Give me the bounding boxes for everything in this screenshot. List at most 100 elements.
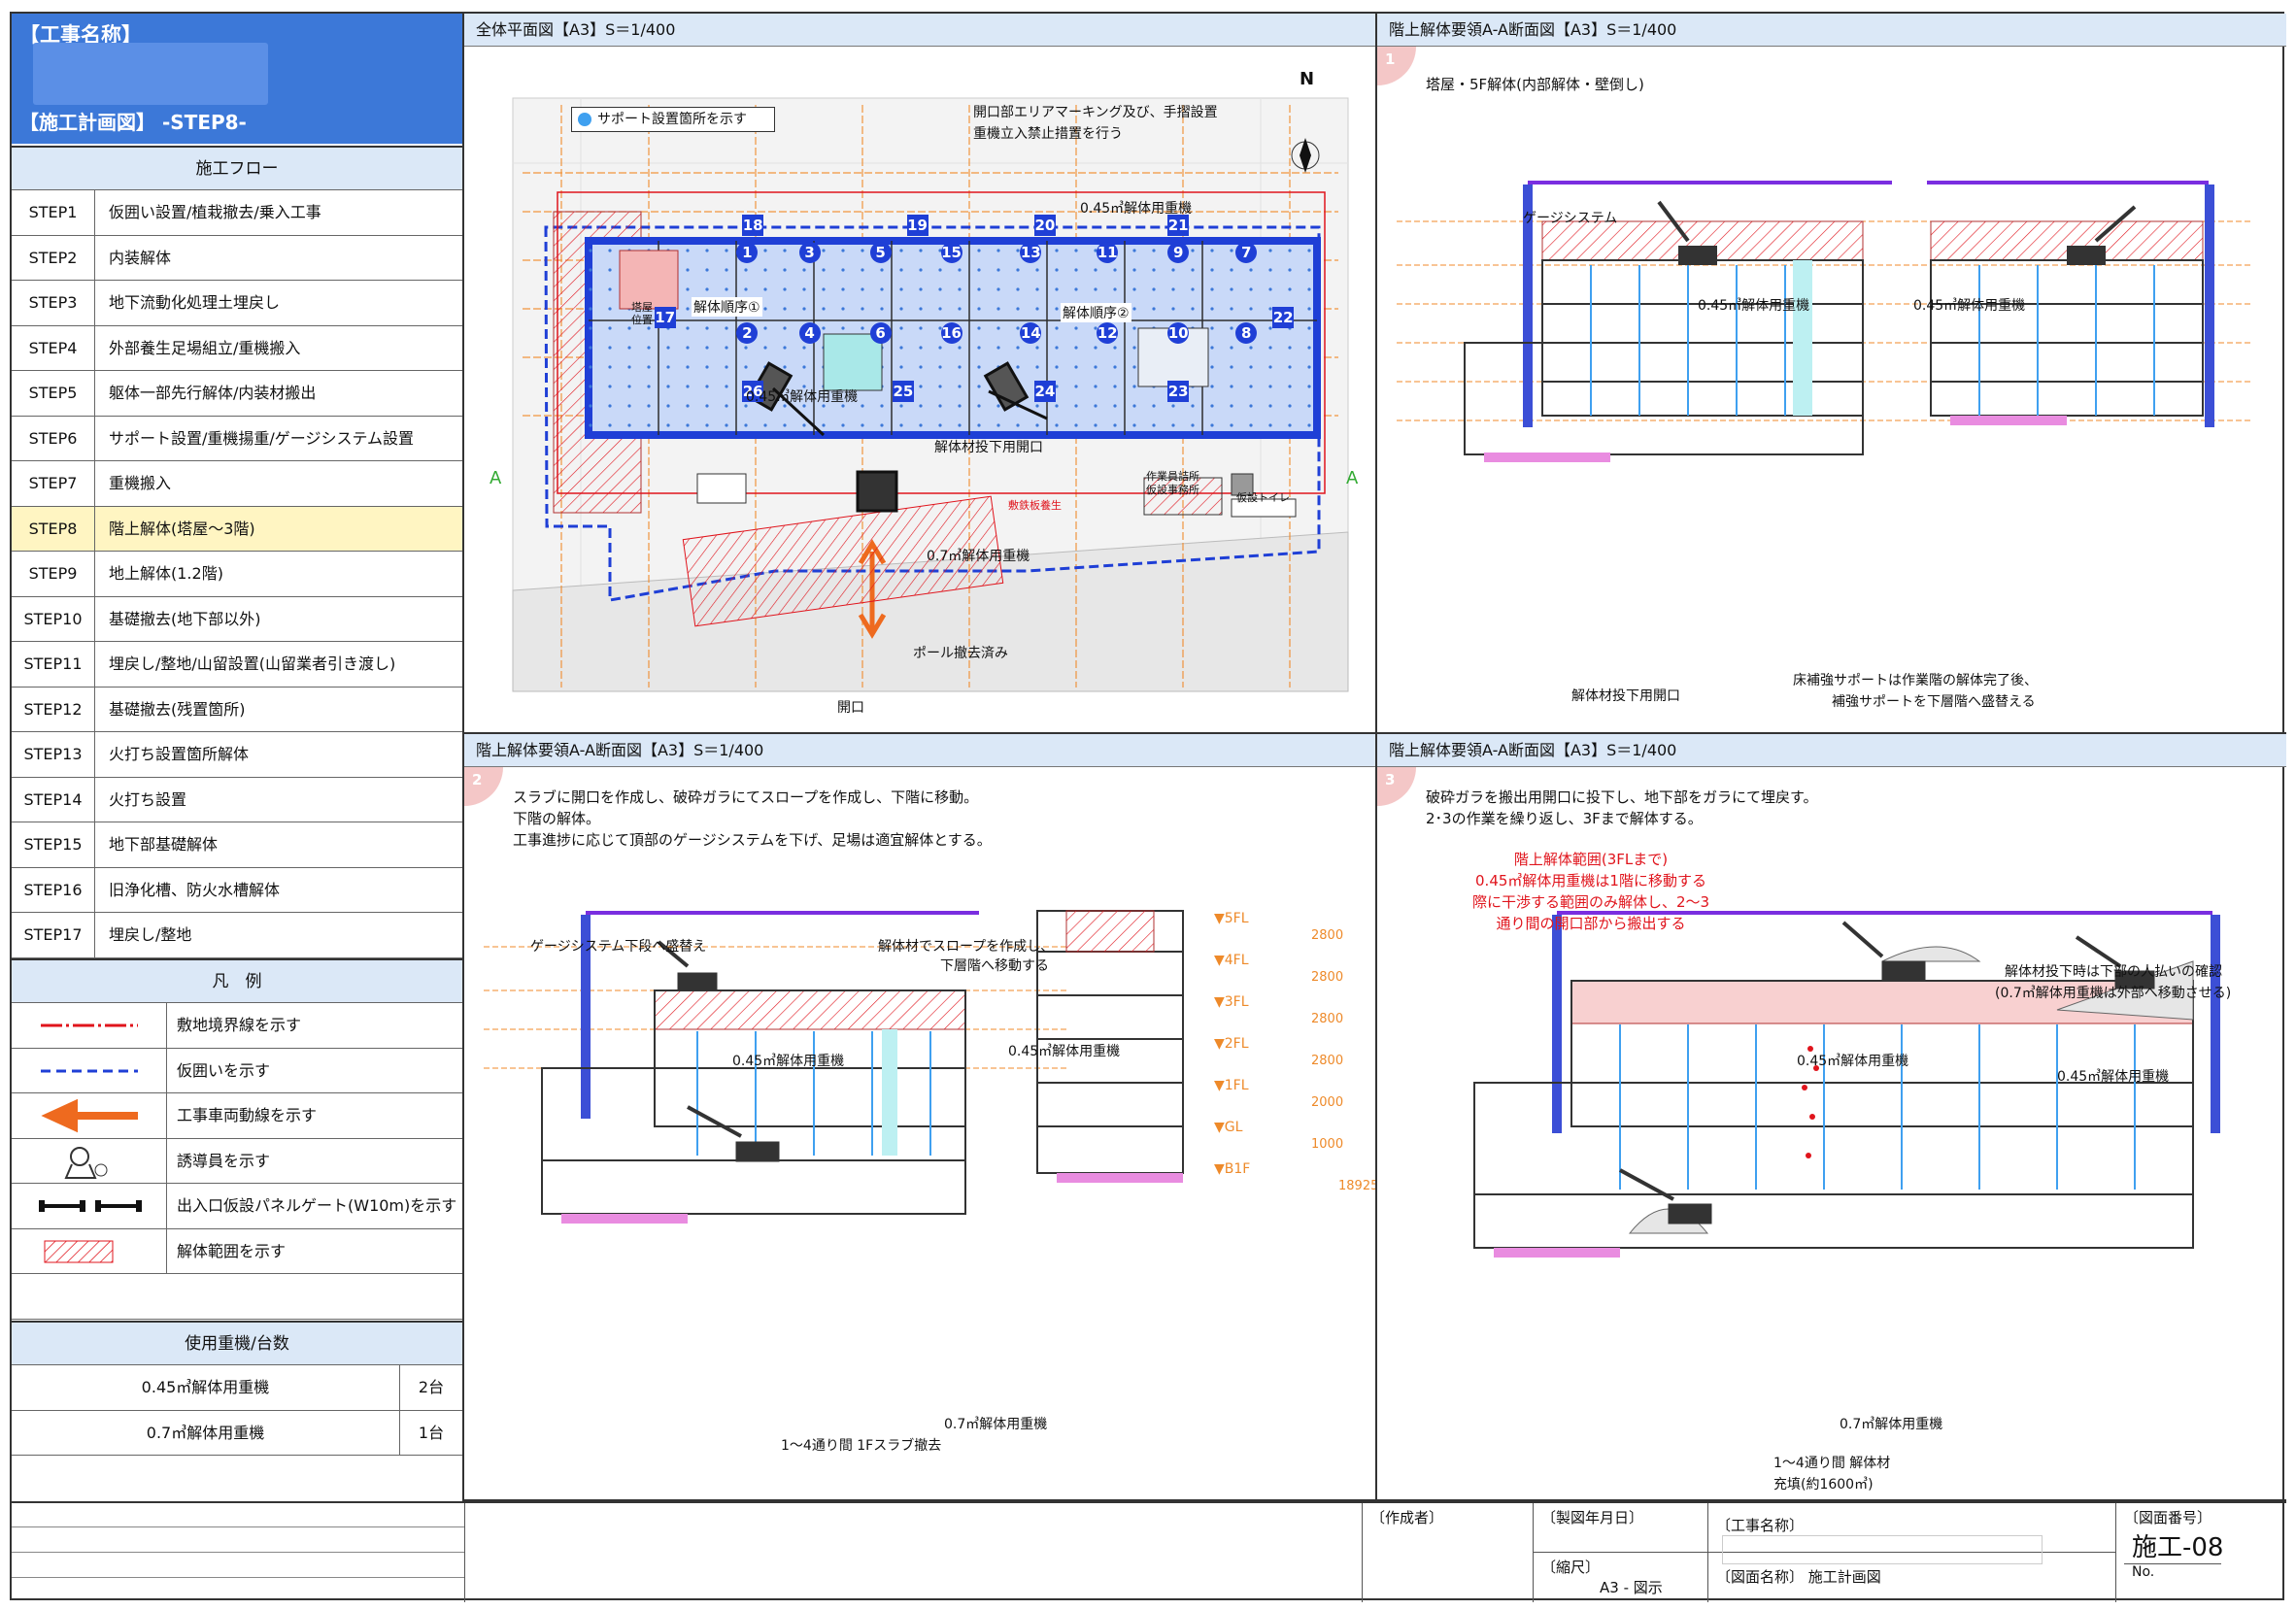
step-row: STEP5 躯体一部先行解体/内装材搬出	[12, 371, 462, 417]
panel2-excavator-b: 0.45㎥解体用重機	[1008, 1044, 1121, 1059]
equipment-name: 0.7㎥解体用重機	[12, 1410, 400, 1455]
dimension-label: 1000	[1311, 1137, 1344, 1152]
dimension-label: 2800	[1311, 1012, 1344, 1026]
project-name-mask	[33, 43, 268, 105]
legend-row: 敷地境界線を示す	[12, 1003, 462, 1049]
step-id: STEP1	[12, 190, 95, 235]
level-label: ▼2FL	[1214, 1036, 1249, 1052]
legend-text: 敷地境界線を示す	[177, 1016, 302, 1034]
panel1-support-2: 補強サポートを下層階へ盛替える	[1832, 694, 2036, 710]
step-id: STEP12	[12, 687, 95, 731]
level-label: ▼4FL	[1214, 953, 1249, 968]
step-text: 埋戻し/整地	[109, 925, 192, 944]
step-row: STEP16 旧浄化槽、防火水槽解体	[12, 867, 462, 913]
step-row: STEP8 階上解体(塔屋～3階)	[12, 506, 462, 552]
step-id: STEP7	[12, 461, 95, 506]
step-id: STEP13	[12, 732, 95, 777]
dimension-label: 2800	[1311, 1054, 1344, 1068]
plan-excavator-045-b: 0.45㎥解体用重機	[746, 389, 859, 405]
panel1-excavator-b: 0.45㎥解体用重機	[1913, 298, 2026, 314]
title-box: 【工事名称】 【施工計画図】 -STEP8-	[12, 14, 462, 144]
legend-text: 工事車両動線を示す	[177, 1106, 318, 1124]
panel3-fill-1: 1～4通り間 解体材	[1773, 1456, 1891, 1471]
support-legend: サポート設置箇所を示す	[571, 107, 775, 132]
plan-title: 全体平面図【A3】S＝1/400	[464, 14, 1375, 47]
step-text: 地下流動化処理土埋戻し	[109, 293, 281, 312]
step-id: STEP2	[12, 235, 95, 280]
support-number: 5	[869, 242, 892, 263]
dimension-label: 2000	[1311, 1095, 1344, 1110]
section-panel-2: 階上解体要領A-A断面図【A3】S＝1/400 2 スラブに開口を作成し、破砕ガ…	[464, 734, 1377, 1501]
legend-row: 解体範囲を示す	[12, 1228, 462, 1274]
legend-row: 出入口仮設パネルゲート(W10m)を示す	[12, 1184, 462, 1229]
panel2-desc-3: 工事進捗に応じて頂部のゲージシステムを下げ、足場は適宜解体とする。	[513, 831, 992, 849]
plan-drawing	[512, 97, 1349, 692]
step-text: 外部養生足場組立/重機搬入	[109, 338, 301, 357]
step-row: STEP15 地下部基礎解体	[12, 822, 462, 868]
panel3-desc-2: 2･3の作業を繰り返し、3Fまで解体する。	[1426, 810, 1703, 827]
step-id: STEP11	[12, 642, 95, 687]
level-label: ▼1FL	[1214, 1078, 1249, 1093]
panel3-excavator-b: 0.45㎥解体用重機	[2057, 1069, 2170, 1085]
guide-person-icon	[12, 1138, 167, 1183]
step-id: STEP5	[12, 371, 95, 416]
step-row: STEP10 基礎撤去(地下部以外)	[12, 596, 462, 642]
section-mark-left: A	[490, 468, 502, 488]
support-number: 20	[1033, 215, 1056, 236]
panel3-red-1: 階上解体範囲(3FLまで)	[1513, 851, 1669, 868]
tb-drawing-name: 〔図面名称〕 施工計画図	[1707, 1553, 2115, 1602]
left-column: 【工事名称】 【施工計画図】 -STEP8- 施工フロー STEP1 仮囲い設置/…	[12, 14, 464, 1501]
step-text: 地下部基礎解体	[109, 835, 219, 854]
legend-blank-row	[12, 1274, 462, 1320]
panel3-red-4: 通り間の開口部から搬出する	[1496, 915, 1686, 932]
panel2-slope-2: 下層階へ移動する	[940, 958, 1049, 974]
equipment-name: 0.45㎥解体用重機	[12, 1365, 400, 1410]
panel-gate-icon	[12, 1184, 167, 1228]
step-id: STEP3	[12, 281, 95, 325]
plan-label: 【施工計画図】 -STEP8-	[19, 111, 247, 134]
support-number: 13	[1020, 242, 1042, 263]
plan-order-2: 解体順序②	[1061, 303, 1131, 322]
panel1-excavator-a: 0.45㎥解体用重機	[1698, 298, 1810, 314]
support-number: 15	[940, 242, 962, 263]
dimension-label: 2800	[1311, 970, 1344, 985]
level-label: ▼5FL	[1214, 911, 1249, 926]
step-row: STEP7 重機搬入	[12, 461, 462, 507]
legend-text: 解体範囲を示す	[177, 1241, 287, 1260]
step-row: STEP9 地上解体(1.2階)	[12, 552, 462, 597]
tb-drawing-no: 〔図面番号〕 施工-08 No.	[2115, 1503, 2286, 1602]
legend-row: 誘導員を示す	[12, 1138, 462, 1184]
step-text: 階上解体(塔屋～3階)	[109, 519, 255, 538]
step-text: 火打ち設置	[109, 789, 187, 809]
support-number: 18	[742, 215, 764, 236]
plan-toilet: 仮設トイレ	[1236, 491, 1290, 504]
arrow-left-icon	[12, 1093, 167, 1138]
temporary-fence-line	[12, 1048, 167, 1092]
panel3-excavator-a: 0.45㎥解体用重機	[1797, 1054, 1909, 1069]
panel2-excavator-a: 0.45㎥解体用重機	[732, 1054, 845, 1069]
plan-opening-label: 解体材投下用開口	[934, 440, 1043, 455]
step-text: 躯体一部先行解体/内装材搬出	[109, 384, 317, 402]
support-number: 11	[1097, 242, 1119, 263]
panel3-fill-2: 充填(約1600㎥)	[1773, 1477, 1874, 1493]
step-text: 基礎撤去(残置箇所)	[109, 699, 246, 719]
support-number: 16	[940, 322, 962, 344]
panel1-support-1: 床補強サポートは作業階の解体完了後、	[1793, 673, 2038, 688]
step-text: 旧浄化槽、防火水槽解体	[109, 880, 281, 899]
step-id: STEP9	[12, 552, 95, 596]
section-panel-1: 階上解体要領A-A断面図【A3】S＝1/400 1 塔屋・5F解体(内部解体・壁…	[1377, 14, 2286, 734]
panel2-desc-2: 下階の解体。	[513, 810, 601, 827]
equipment-heading: 使用重機/台数	[12, 1321, 462, 1365]
panel1-gauge: ゲージシステム	[1523, 211, 1618, 226]
step-id: STEP4	[12, 325, 95, 370]
support-number: 6	[869, 322, 892, 344]
panel3-excavator-c: 0.7㎥解体用重機	[1840, 1417, 1943, 1432]
plan-office: 作業員詰所 仮設事務所	[1146, 470, 1199, 496]
support-dot-icon	[578, 113, 591, 126]
tb-project: 〔工事名称〕	[1707, 1503, 2115, 1564]
support-number: 12	[1097, 322, 1119, 344]
flow-heading: 施工フロー	[12, 146, 462, 190]
equipment-count: 1台	[418, 1423, 445, 1442]
plan-excavator-045-a: 0.45㎥解体用重機	[1080, 201, 1193, 217]
plan-order-1: 解体順序①	[692, 297, 762, 317]
